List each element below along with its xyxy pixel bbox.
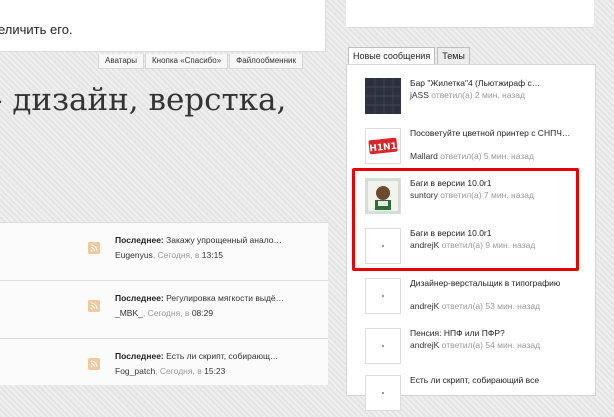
- forum-row[interactable]: Последнее: Есть ли скрипт, собирающ… Fog…: [0, 338, 328, 385]
- forum-section-title[interactable]: - дизайн, верстка,: [0, 82, 286, 118]
- last-post-title[interactable]: Закажу упрощенный анало…: [166, 235, 282, 245]
- last-post-date: Сегодня, в: [159, 366, 202, 376]
- message-user[interactable]: jASS: [410, 90, 429, 100]
- message-meta: andrejK ответил(а) 53 мин. назад: [410, 301, 540, 311]
- feature-tabs: Аватары Кнопка «Спасибо» Файлообменник: [98, 54, 304, 69]
- last-post: Последнее: Закажу упрощенный анало…: [115, 235, 325, 245]
- list-item[interactable]: Есть ли скрипт, собирающий все: [365, 375, 595, 417]
- last-post-label: Последнее:: [115, 293, 164, 303]
- message-title[interactable]: Пенсия: НПФ или ПФР?: [410, 328, 590, 339]
- avatar[interactable]: [365, 375, 401, 411]
- avatar[interactable]: H1N1: [365, 128, 401, 164]
- last-post-user[interactable]: _MBK_: [115, 308, 143, 318]
- message-user[interactable]: andrejK: [410, 240, 439, 250]
- message-title[interactable]: Дизайнер-верстальщик в типографию: [410, 278, 590, 289]
- last-post: Последнее: Есть ли скрипт, собирающ…: [115, 351, 325, 361]
- forum-row[interactable]: Последнее: Закажу упрощенный анало… Euge…: [0, 222, 328, 281]
- message-title[interactable]: Бар "Жилетка"4 (Льютжираф с…: [410, 78, 590, 89]
- message-user[interactable]: andrejK: [410, 340, 439, 350]
- last-post-title[interactable]: Регулировка мягкости выдё…: [166, 293, 284, 303]
- avatar[interactable]: [365, 328, 401, 364]
- tab-thanks-button[interactable]: Кнопка «Спасибо»: [145, 54, 229, 69]
- tab-new-messages[interactable]: Новые сообщения: [348, 47, 436, 65]
- last-post-time: 13:15: [201, 250, 224, 260]
- tab-avatars[interactable]: Аватары: [98, 54, 144, 69]
- last-post: Последнее: Регулировка мягкости выдё…: [115, 293, 325, 303]
- message-meta: andrejK ответил(а) 9 мин. назад: [410, 240, 535, 250]
- message-meta: suntory ответил(а) 7 мин. назад: [410, 190, 534, 200]
- last-post-title[interactable]: Есть ли скрипт, собирающ…: [166, 351, 278, 361]
- last-post-label: Последнее:: [115, 235, 164, 245]
- sidebar-top-block: [346, 0, 594, 28]
- tab-file-sharing[interactable]: Файлообменник: [229, 54, 303, 69]
- last-post-date: Сегодня, в: [147, 308, 190, 318]
- last-post-meta: Fog_patch, Сегодня, в 15:23: [115, 366, 226, 376]
- message-title[interactable]: Посоветуйте цветной принтер с СНПЧ…: [410, 128, 590, 139]
- message-action: ответил(а) 54 мин. назад: [441, 340, 541, 350]
- message-title[interactable]: Баги в версии 10.0r1: [410, 228, 590, 239]
- rss-icon[interactable]: [88, 300, 100, 312]
- message-user[interactable]: suntory: [410, 190, 438, 200]
- sidebar: Новые сообщения Темы Бар "Жилетка"4 (Лью…: [346, 0, 614, 411]
- message-meta: andrejK ответил(а) 54 мин. назад: [410, 340, 540, 350]
- avatar[interactable]: [365, 78, 401, 114]
- message-meta: jASS ответил(а) 2 мин. назад: [410, 90, 525, 100]
- list-item[interactable]: Дизайнер-верстальщик в типографию andrej…: [365, 278, 595, 320]
- post-text: еличить его.: [0, 22, 73, 37]
- avatar[interactable]: [365, 228, 401, 264]
- avatar[interactable]: [365, 278, 401, 314]
- message-user[interactable]: Mallard: [410, 151, 438, 161]
- list-item[interactable]: Бар "Жилетка"4 (Льютжираф с… jASS ответи…: [365, 78, 595, 120]
- last-post-user[interactable]: Fog_patch: [115, 366, 155, 376]
- message-title[interactable]: Баги в версии 10.0r1: [410, 178, 590, 189]
- forum-row[interactable]: Последнее: Регулировка мягкости выдё… _M…: [0, 280, 328, 339]
- avatar[interactable]: [365, 178, 401, 214]
- message-title[interactable]: Есть ли скрипт, собирающий все: [410, 375, 590, 386]
- message-action: ответил(а) 7 мин. назад: [440, 190, 534, 200]
- last-post-meta: Eugenyus, Сегодня, в 13:15: [115, 250, 224, 260]
- message-action: ответил(а) 2 мин. назад: [431, 90, 525, 100]
- forum-column: еличить его. Аватары Кнопка «Спасибо» Фа…: [0, 0, 328, 385]
- last-post-date: Сегодня, в: [157, 250, 200, 260]
- last-post-label: Последнее:: [115, 351, 164, 361]
- message-meta: Mallard ответил(а) 5 мин. назад: [410, 151, 534, 161]
- message-action: ответил(а) 53 мин. назад: [441, 301, 541, 311]
- post-card: еличить его.: [0, 0, 326, 52]
- list-item[interactable]: Баги в версии 10.0r1 andrejK ответил(а) …: [365, 228, 595, 270]
- last-post-time: 08:29: [191, 308, 214, 318]
- message-action: ответил(а) 9 мин. назад: [441, 240, 536, 250]
- list-item[interactable]: Пенсия: НПФ или ПФР? andrejK ответил(а) …: [365, 328, 595, 370]
- last-post-user[interactable]: Eugenyus: [115, 250, 153, 260]
- last-post-meta: _MBK_, Сегодня, в 08:29: [115, 308, 214, 318]
- message-user[interactable]: andrejK: [410, 301, 439, 311]
- message-action: ответил(а) 5 мин. назад: [440, 151, 534, 161]
- list-item[interactable]: Баги в версии 10.0r1 suntory ответил(а) …: [365, 178, 595, 220]
- rss-icon[interactable]: [88, 242, 100, 254]
- new-messages-panel: Бар "Жилетка"4 (Льютжираф с… jASS ответи…: [346, 64, 596, 411]
- tab-threads[interactable]: Темы: [437, 47, 470, 65]
- list-item[interactable]: H1N1 Посоветуйте цветной принтер с СНПЧ……: [365, 128, 595, 170]
- sidebar-tabs: Новые сообщения Темы: [348, 47, 472, 65]
- last-post-time: 15:23: [204, 366, 226, 376]
- rss-icon[interactable]: [88, 358, 100, 370]
